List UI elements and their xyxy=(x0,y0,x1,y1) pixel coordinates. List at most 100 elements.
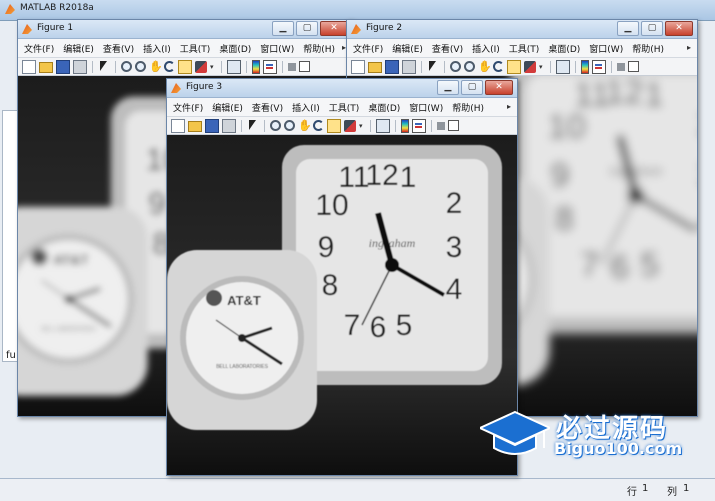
menu-item[interactable]: 帮助(H) xyxy=(303,42,335,55)
zoom-in-icon[interactable] xyxy=(121,61,132,72)
minimize-button[interactable]: ▁ xyxy=(437,80,459,95)
menu-item[interactable]: 查看(V) xyxy=(103,42,134,55)
link-plot-icon[interactable] xyxy=(376,118,390,133)
figure-titlebar[interactable]: Figure 2 ▁ ▢ ✕ xyxy=(347,20,697,39)
brush-icon[interactable] xyxy=(524,60,536,73)
menu-item[interactable]: 插入(I) xyxy=(143,42,171,55)
figure-titlebar[interactable]: Figure 1 ▁ ▢ ✕ xyxy=(18,20,352,39)
menu-item[interactable]: 桌面(D) xyxy=(368,101,400,114)
menu-item[interactable]: 工具(T) xyxy=(329,101,360,114)
edit-plot-arrow-icon[interactable] xyxy=(247,119,259,132)
menu-overflow-icon[interactable]: ▸ xyxy=(507,102,511,111)
colorbar-icon[interactable] xyxy=(581,59,589,74)
pan-icon[interactable]: ✋ xyxy=(478,60,492,73)
figure-titlebar[interactable]: Figure 3 ▁ ▢ ✕ xyxy=(167,79,517,98)
hide-plot-tools-icon[interactable] xyxy=(617,62,625,71)
zoom-out-icon[interactable] xyxy=(284,120,295,131)
menu-item[interactable]: 查看(V) xyxy=(432,42,463,55)
link-plot-icon[interactable] xyxy=(556,59,570,74)
zoom-in-icon[interactable] xyxy=(450,61,461,72)
print-icon[interactable] xyxy=(402,59,416,74)
new-figure-icon[interactable] xyxy=(171,118,185,133)
edit-plot-arrow-icon[interactable] xyxy=(427,60,439,73)
menu-item[interactable]: 工具(T) xyxy=(509,42,540,55)
show-plot-tools-icon[interactable] xyxy=(448,120,459,131)
brush-icon[interactable] xyxy=(344,119,356,132)
close-button[interactable]: ✕ xyxy=(485,80,513,95)
rotate-3d-icon[interactable] xyxy=(493,61,504,72)
rotate-3d-icon[interactable] xyxy=(164,61,175,72)
image-axes[interactable]: 111212103948765 ingraham AT&T BELL LABOR… xyxy=(167,135,517,475)
maximize-button[interactable]: ▢ xyxy=(296,21,318,36)
minimize-button[interactable]: ▁ xyxy=(617,21,639,36)
menu-item[interactable]: 文件(F) xyxy=(353,42,383,55)
save-icon[interactable] xyxy=(56,59,70,74)
legend-icon[interactable] xyxy=(412,118,426,133)
pan-icon[interactable]: ✋ xyxy=(149,60,163,73)
menu-item[interactable]: 帮助(H) xyxy=(632,42,664,55)
menu-item[interactable]: 文件(F) xyxy=(173,101,203,114)
menu-overflow-icon[interactable]: ▸ xyxy=(687,43,691,52)
hide-plot-tools-icon[interactable] xyxy=(288,62,296,71)
zoom-out-icon[interactable] xyxy=(464,61,475,72)
new-figure-icon[interactable] xyxy=(351,59,365,74)
close-button[interactable]: ✕ xyxy=(665,21,693,36)
data-cursor-icon[interactable] xyxy=(178,59,192,74)
hide-plot-tools-icon[interactable] xyxy=(437,121,445,130)
toolbar-separator xyxy=(115,60,116,73)
save-icon[interactable] xyxy=(385,59,399,74)
open-file-icon[interactable] xyxy=(368,62,382,73)
menu-item[interactable]: 文件(F) xyxy=(24,42,54,55)
edit-plot-arrow-icon[interactable] xyxy=(98,60,110,73)
show-plot-tools-icon[interactable] xyxy=(628,61,639,72)
colorbar-icon[interactable] xyxy=(401,118,409,133)
menu-item[interactable]: 窗口(W) xyxy=(260,42,294,55)
save-icon[interactable] xyxy=(205,118,219,133)
menu-item[interactable]: 编辑(E) xyxy=(63,42,94,55)
menu-item[interactable]: 桌面(D) xyxy=(548,42,580,55)
menu-bar: 文件(F) 编辑(E) 查看(V) 插入(I) 工具(T) 桌面(D) 窗口(W) 帮助(H) xyxy=(18,39,352,58)
maximize-button[interactable]: ▢ xyxy=(461,80,483,95)
open-file-icon[interactable] xyxy=(188,121,202,132)
brush-dropdown-icon[interactable]: ▾ xyxy=(359,122,365,130)
close-button[interactable]: ✕ xyxy=(320,21,348,36)
menu-item[interactable]: 插入(I) xyxy=(292,101,320,114)
minimize-button[interactable]: ▁ xyxy=(272,21,294,36)
brush-dropdown-icon[interactable]: ▾ xyxy=(539,63,545,71)
menu-item[interactable]: 桌面(D) xyxy=(219,42,251,55)
maximize-button[interactable]: ▢ xyxy=(641,21,663,36)
open-file-icon[interactable] xyxy=(39,62,53,73)
watermark: 必过源码 Biguo100.com xyxy=(480,406,700,466)
new-figure-icon[interactable] xyxy=(22,59,36,74)
menu-item[interactable]: 工具(T) xyxy=(180,42,211,55)
legend-icon[interactable] xyxy=(592,59,606,74)
show-plot-tools-icon[interactable] xyxy=(299,61,310,72)
clock-numeral: 6 xyxy=(370,311,387,344)
print-icon[interactable] xyxy=(73,59,87,74)
clock-numeral: 4 xyxy=(446,273,463,306)
menu-item[interactable]: 编辑(E) xyxy=(392,42,423,55)
figure-toolbar: ✋ ▾ xyxy=(167,117,517,135)
brush-icon[interactable] xyxy=(195,60,207,73)
zoom-in-icon[interactable] xyxy=(270,120,281,131)
legend-icon[interactable] xyxy=(263,59,277,74)
clock-numeral: 2 xyxy=(446,187,463,220)
menu-item[interactable]: 编辑(E) xyxy=(212,101,243,114)
colorbar-icon[interactable] xyxy=(252,59,260,74)
figure-window-3[interactable]: Figure 3 ▁ ▢ ✕ 文件(F) 编辑(E) 查看(V) 插入(I) 工具(T)… xyxy=(166,78,518,476)
clock-numeral: 7 xyxy=(344,309,361,342)
menu-item[interactable]: 查看(V) xyxy=(252,101,283,114)
menu-item[interactable]: 插入(I) xyxy=(472,42,500,55)
pan-icon[interactable]: ✋ xyxy=(298,119,312,132)
menu-item[interactable]: 窗口(W) xyxy=(589,42,623,55)
data-cursor-icon[interactable] xyxy=(327,118,341,133)
menu-item[interactable]: 窗口(W) xyxy=(409,101,443,114)
link-plot-icon[interactable] xyxy=(227,59,241,74)
menu-item[interactable]: 帮助(H) xyxy=(452,101,484,114)
brush-dropdown-icon[interactable]: ▾ xyxy=(210,63,216,71)
zoom-out-icon[interactable] xyxy=(135,61,146,72)
rotate-3d-icon[interactable] xyxy=(313,120,324,131)
clock-brand-small-sub: BELL LABORATORIES xyxy=(42,327,97,333)
data-cursor-icon[interactable] xyxy=(507,59,521,74)
print-icon[interactable] xyxy=(222,118,236,133)
